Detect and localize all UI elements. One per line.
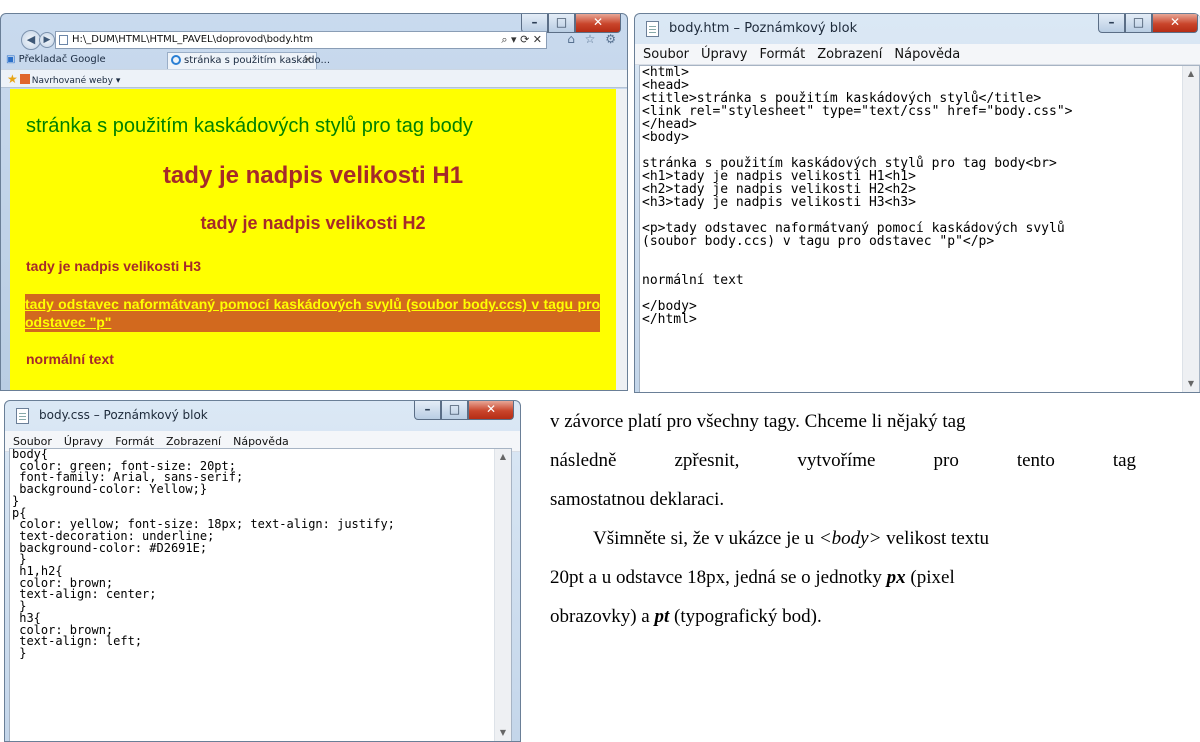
menu-soubor[interactable]: Soubor bbox=[13, 435, 52, 448]
menu-zobrazeni[interactable]: Zobrazení bbox=[817, 47, 882, 62]
toolbar-icons[interactable]: ⌂ ☆ ⚙ bbox=[567, 32, 619, 46]
close-tab-icon[interactable]: ✕ bbox=[304, 53, 312, 68]
window-title: body.css – Poznámkový blok bbox=[39, 408, 208, 422]
scroll-down-icon[interactable]: ▼ bbox=[1183, 376, 1199, 392]
vertical-scrollbar[interactable]: ▲ ▼ bbox=[1182, 66, 1199, 392]
page-icon bbox=[59, 35, 68, 45]
prose-unit: pt bbox=[654, 606, 670, 627]
prose-text: (pixel bbox=[905, 567, 955, 588]
page-content: stránka s použitím kaskádových stylů pro… bbox=[10, 89, 616, 390]
vertical-scrollbar[interactable]: ▲ ▼ bbox=[494, 449, 511, 741]
menu-upravy[interactable]: Úpravy bbox=[701, 47, 747, 62]
translate-icon: ▣ bbox=[6, 54, 19, 65]
window-title: body.htm – Poznámkový blok bbox=[669, 21, 858, 36]
prose-line: 20pt a u odstavce 18px, jedná se o jedno… bbox=[550, 558, 1190, 597]
prose-word: vytvoříme bbox=[797, 450, 876, 471]
navigation-bar: ◀ ▶ H:\_DUM\HTML\HTML_PAVEL\doprovod\bod… bbox=[1, 28, 627, 50]
scroll-up-icon[interactable]: ▲ bbox=[1183, 66, 1199, 82]
notepad-icon bbox=[16, 408, 29, 424]
prose-paragraph: Všimněte si, že v ukázce je u <body> vel… bbox=[550, 519, 1190, 558]
minimize-button[interactable]: – bbox=[414, 401, 441, 420]
close-button[interactable]: ✕ bbox=[1152, 14, 1198, 33]
menu-format[interactable]: Formát bbox=[759, 47, 805, 62]
heading-h1: tady je nadpis velikosti H1 bbox=[162, 162, 464, 189]
address-controls[interactable]: ⌕ ▾ ⟳ ✕ bbox=[501, 32, 542, 48]
prose-text: Všimněte si, že v ukázce je u bbox=[593, 528, 819, 549]
close-button[interactable]: ✕ bbox=[468, 401, 514, 420]
browser-window: – □ ✕ ◀ ▶ H:\_DUM\HTML\HTML_PAVEL\doprov… bbox=[0, 13, 628, 391]
ie-icon bbox=[171, 55, 181, 65]
minimize-button[interactable]: – bbox=[1098, 14, 1125, 33]
notepad-icon bbox=[646, 21, 659, 37]
menu-bar: Soubor Úpravy Formát Zobrazení Nápověda bbox=[635, 44, 1200, 65]
prose-line: v závorce platí pro všechny tagy. Chceme… bbox=[550, 411, 966, 432]
prose-unit: px bbox=[886, 567, 906, 588]
prose-word: následně bbox=[550, 450, 617, 471]
prose-word: tag bbox=[1112, 450, 1137, 471]
prose-text: 20pt a u odstavce 18px, jedná se o jedno… bbox=[550, 567, 887, 588]
prose-line-justified: následnězpřesnit,vytvořímeprotentotagdal… bbox=[550, 441, 1190, 480]
menu-zobrazeni[interactable]: Zobrazení bbox=[166, 435, 221, 448]
favorites-star-icon[interactable]: ★ bbox=[7, 72, 18, 86]
address-bar[interactable]: H:\_DUM\HTML\HTML_PAVEL\doprovod\body.ht… bbox=[55, 31, 547, 49]
prose-text: (typografický bod). bbox=[669, 606, 822, 627]
prose-line: samostatnou deklaraci. bbox=[550, 489, 725, 510]
menu-soubor[interactable]: Soubor bbox=[643, 47, 689, 62]
notepad-css-window: body.css – Poznámkový blok – □ ✕ Soubor … bbox=[4, 400, 521, 742]
maximize-button[interactable]: □ bbox=[1125, 14, 1152, 33]
scrollbar[interactable] bbox=[616, 89, 627, 390]
favorites-bar: ★ Navrhované weby ▾ bbox=[1, 69, 627, 88]
prose-tag: <body> bbox=[818, 528, 882, 549]
maximize-button[interactable]: □ bbox=[441, 401, 468, 420]
document-text: v závorce platí pro všechny tagy. Chceme… bbox=[550, 402, 1190, 636]
prose-text: velikost textu bbox=[881, 528, 990, 549]
title-bar: body.css – Poznámkový blok – □ ✕ bbox=[5, 401, 520, 431]
prose-word: tento bbox=[1016, 450, 1055, 471]
back-icon[interactable]: ◀ bbox=[21, 30, 41, 50]
title-bar: body.htm – Poznámkový blok – □ ✕ bbox=[635, 14, 1200, 44]
heading-h2: tady je nadpis velikosti H2 bbox=[200, 213, 426, 233]
tab-row: ▣ Překladač Google stránka s použitím ka… bbox=[1, 52, 627, 69]
suggested-sites-icon bbox=[19, 74, 30, 84]
prose-word: pro bbox=[933, 450, 959, 471]
prose-text: obrazovky) a bbox=[550, 606, 655, 627]
suggested-sites-link[interactable]: Navrhované weby ▾ bbox=[32, 76, 121, 86]
scroll-up-icon[interactable]: ▲ bbox=[495, 449, 511, 465]
tab-active[interactable]: stránka s použitím kaskádo... ✕ bbox=[167, 52, 330, 69]
text-editor[interactable]: body{ color: green; font-size: 20pt; fon… bbox=[9, 448, 512, 741]
menu-format[interactable]: Formát bbox=[115, 435, 154, 448]
html-source: <html> <head> <title>stránka s použitím … bbox=[642, 65, 1073, 327]
window-controls: – □ ✕ bbox=[414, 401, 514, 420]
tab-label: Překladač Google bbox=[18, 54, 106, 65]
css-source: body{ color: green; font-size: 20pt; fon… bbox=[12, 448, 395, 660]
notepad-htm-window: body.htm – Poznámkový blok – □ ✕ Soubor … bbox=[634, 13, 1200, 393]
styled-paragraph: tady odstavec naformátvaný pomocí kaskád… bbox=[25, 294, 600, 332]
menu-napoveda[interactable]: Nápověda bbox=[233, 435, 289, 448]
menu-upravy[interactable]: Úpravy bbox=[64, 435, 103, 448]
text-editor[interactable]: <html> <head> <title>stránka s použitím … bbox=[639, 65, 1200, 392]
scroll-down-icon[interactable]: ▼ bbox=[495, 725, 511, 741]
forward-icon[interactable]: ▶ bbox=[39, 32, 55, 48]
window-controls: – □ ✕ bbox=[1098, 14, 1198, 33]
heading-h3: tady je nadpis velikosti H3 bbox=[26, 258, 202, 274]
tab-google-translate[interactable]: ▣ Překladač Google bbox=[6, 54, 106, 65]
prose-line: obrazovky) a pt (typografický bod). bbox=[550, 597, 1190, 636]
body-text: stránka s použitím kaskádových stylů pro… bbox=[26, 115, 473, 137]
address-text: H:\_DUM\HTML\HTML_PAVEL\doprovod\body.ht… bbox=[72, 34, 314, 45]
normal-text: normální text bbox=[26, 351, 114, 367]
menu-napoveda[interactable]: Nápověda bbox=[894, 47, 960, 62]
prose-word: zpřesnit, bbox=[674, 450, 740, 471]
